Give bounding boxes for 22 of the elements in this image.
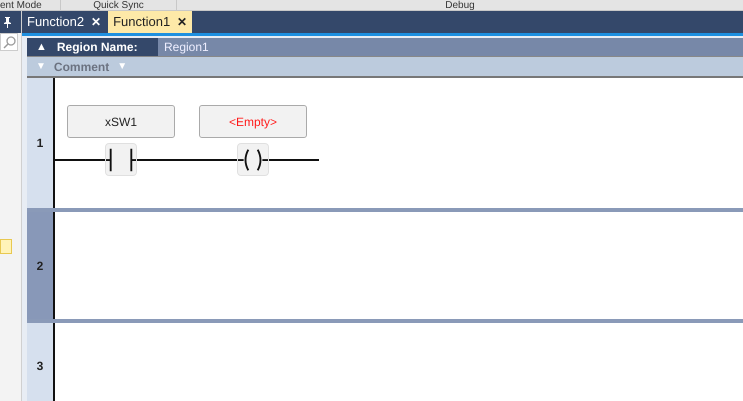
collapse-icon[interactable]: ▲ <box>36 38 47 56</box>
region-name: Region1 <box>164 39 209 56</box>
comment-label: Comment <box>54 58 110 76</box>
search-icon <box>2 36 16 48</box>
rung-number[interactable]: 2 <box>27 212 55 319</box>
tab[interactable]: Function1 ✕ <box>108 11 192 33</box>
coil-icon[interactable] <box>238 148 268 172</box>
variable-field[interactable]: xSW1 <box>67 105 175 138</box>
region-label: Region Name: <box>56 39 138 56</box>
toolbar-label[interactable]: Debug <box>445 0 475 10</box>
toolbar-label[interactable]: Quick Sync <box>93 0 144 10</box>
close-icon[interactable]: ✕ <box>91 13 102 31</box>
rung-area[interactable]: xSW1 <Empty> <box>55 78 743 208</box>
rung-number[interactable]: 1 <box>27 78 55 208</box>
contact-icon[interactable] <box>106 148 136 172</box>
pin-icon[interactable] <box>3 16 12 28</box>
close-icon[interactable]: ✕ <box>177 13 188 31</box>
rung-number[interactable]: 3 <box>27 323 55 401</box>
marker-icon <box>0 239 12 254</box>
tab[interactable]: Function2 ✕ <box>22 11 106 33</box>
search-field[interactable] <box>0 33 18 51</box>
toolbar-label[interactable]: ent Mode <box>0 0 42 10</box>
